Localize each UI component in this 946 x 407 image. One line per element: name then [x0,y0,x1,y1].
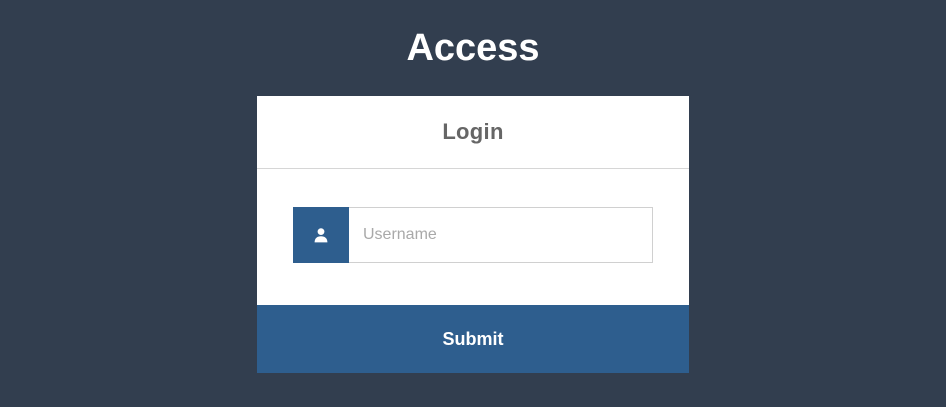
username-input[interactable] [349,207,653,263]
user-icon-glyph [314,228,328,243]
user-icon [293,207,349,263]
login-card: Login Submit [257,96,689,373]
username-input-group [293,207,653,263]
login-card-header: Login [257,96,689,169]
login-title: Login [442,119,504,144]
login-card-body [257,169,689,305]
submit-button[interactable]: Submit [257,305,689,373]
page-title: Access [406,27,540,69]
